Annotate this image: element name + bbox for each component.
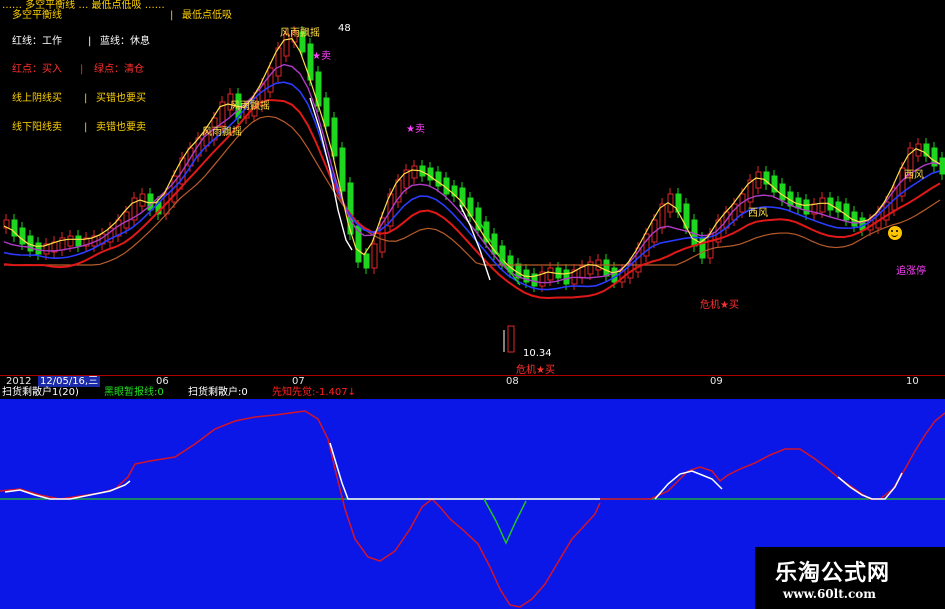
annotation-west-wind: 西风 (748, 208, 768, 219)
annotation-crisis-buy: 危机★买 (516, 365, 555, 376)
watermark-title: 乐淘公式网 (775, 561, 891, 586)
indicator-value-2: 扫货剩散户:0 (188, 387, 248, 398)
candle (755, 171, 762, 189)
legend-sep: | (170, 10, 174, 21)
candle (275, 47, 282, 77)
candle (611, 267, 618, 283)
candle (819, 197, 826, 213)
legend-low-buy: 最低点低吸 (182, 10, 232, 21)
candle (363, 253, 370, 269)
annotation-fengyu: 风雨飘摇 (280, 28, 320, 39)
indicator-name[interactable]: 扫货剩散户1(20) (2, 387, 79, 399)
legend-wrong-buy: 买错也要买 (96, 93, 146, 104)
candle (331, 117, 338, 157)
candle (67, 235, 74, 247)
candle (587, 261, 594, 275)
candle (939, 157, 945, 175)
legend-sep: | (80, 64, 84, 75)
legend-red-line: 红线：工作 (12, 36, 62, 47)
candle (323, 97, 330, 127)
candle (843, 203, 850, 221)
legend-below-line-sell: 线下阳线卖 (12, 122, 62, 133)
candle (603, 259, 610, 277)
candle (779, 183, 786, 201)
low-value-label: 10.34 (523, 348, 552, 359)
legend-wrong-sell: 卖错也要卖 (96, 122, 146, 133)
legend-green-dot: 绿点：清仓 (94, 64, 144, 75)
indicator-header: 扫货剩散户1(20) 黑眼暂报线:0 扫货剩散户:0 先知先觉:-1.407↓ (0, 387, 945, 399)
candle (803, 199, 810, 215)
legend-above-line-buy: 线上阴线买 (12, 93, 62, 104)
candle (563, 269, 570, 285)
legend-balance-line: 多空平衡线 (12, 10, 62, 21)
legend-sep: | (84, 93, 88, 104)
candle (547, 267, 554, 281)
smiley-icon (888, 226, 902, 240)
legend-sep: | (84, 122, 88, 133)
legend-blue-line: 蓝线：休息 (100, 36, 150, 47)
legend-red-dot: 红点：买入 (12, 64, 62, 75)
candle (507, 325, 515, 353)
watermark: 乐淘公式网 www.60lt.com (755, 547, 945, 609)
indicator-value-1: 黑眼暂报线:0 (104, 387, 164, 398)
candle (35, 242, 42, 255)
legend-sep: | (88, 36, 92, 47)
candle (339, 147, 346, 192)
annotation-crisis-buy: 危机★买 (700, 300, 739, 311)
annotation-fengyu: 风雨飘摇 (202, 127, 242, 138)
high-value-label: 48 (338, 23, 351, 34)
annotation-fengyu: 风雨飘摇 (230, 101, 270, 112)
candle (75, 235, 82, 247)
candle (371, 243, 378, 269)
candlestick-chart[interactable] (0, 0, 945, 375)
annotation-chase-limit: 追涨停 (896, 266, 926, 277)
indicator-value-3: 先知先觉:-1.407↓ (272, 387, 356, 398)
annotation-west-wind: 西风 (904, 170, 924, 181)
annotation-sell: ★卖 (312, 51, 331, 62)
watermark-url: www.60lt.com (783, 587, 876, 601)
candle (411, 165, 418, 179)
annotation-sell: ★卖 (406, 124, 425, 135)
